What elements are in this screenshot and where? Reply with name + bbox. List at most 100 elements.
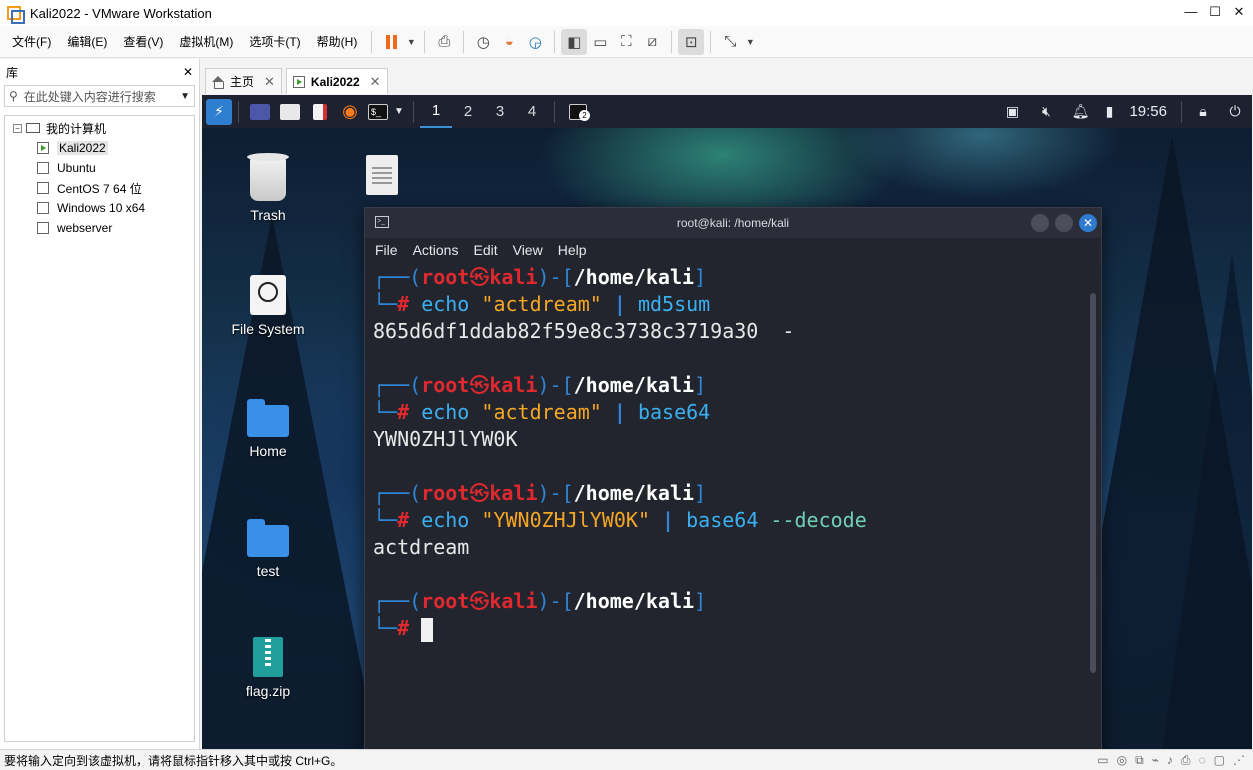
hard-disk-icon[interactable]: ▭ [1097, 753, 1108, 768]
tree-root-my-computer[interactable]: − 我的计算机 [5, 118, 194, 138]
command-line-active[interactable]: └─# [373, 615, 1093, 642]
vm-icon [37, 182, 49, 194]
menu-view[interactable]: 查看(V) [115, 33, 171, 50]
desktop-icon-trash[interactable]: Trash [218, 153, 318, 223]
tree-item-label: webserver [57, 221, 113, 235]
launcher-dropdown-icon[interactable]: ▼ [391, 95, 407, 128]
status-bar: 要将输入定向到该虚拟机，请将鼠标指针移入其中或按 Ctrl+G。 ▭ ◎ ⧉ ⌁… [0, 749, 1253, 770]
terminal-output[interactable]: ┌──(root㉿kali)-[/home/kali] └─# echo "act… [365, 262, 1101, 644]
tree-item-webserver[interactable]: webserver [5, 218, 194, 238]
display-icon[interactable]: ◌ [1199, 753, 1206, 768]
menu-file[interactable]: 文件(F) [4, 33, 59, 50]
menu-tabs[interactable]: 选项卡(T) [241, 33, 308, 50]
panel-separator [1181, 100, 1182, 123]
window-count-badge: 2 [579, 110, 590, 121]
cd-drive-icon[interactable]: ◎ [1117, 753, 1127, 768]
send-ctrl-alt-del-icon[interactable]: ⎙ [431, 29, 457, 55]
resize-grip-icon[interactable]: ⋰ [1233, 753, 1245, 768]
console-view-icon[interactable]: ⊡ [678, 28, 705, 55]
panel-clock[interactable]: 19:56 [1129, 103, 1167, 120]
usb-icon[interactable]: ⌁ [1152, 753, 1159, 768]
terminal-menu-actions[interactable]: Actions [413, 242, 459, 258]
taskbar-terminal-icon[interactable]: 2 [561, 95, 595, 128]
prompt-line: ┌──(root㉿kali)-[/home/kali] [373, 373, 707, 397]
show-desktop-icon[interactable] [245, 95, 275, 128]
workspace-1[interactable]: 1 [420, 95, 452, 128]
snapshot-manager-icon[interactable]: ◶ [522, 29, 548, 55]
vm-screen[interactable]: ⚡ ◉ $_ ▼ 1 2 3 4 2 ▣ 🔇︎ 🔔︎ ▮ 19:56 🔒︎ ⏻ … [202, 95, 1252, 749]
terminal-maximize-button[interactable] [1055, 214, 1073, 232]
menu-vm[interactable]: 虚拟机(M) [171, 33, 241, 50]
library-close-button[interactable]: ✕ [183, 65, 193, 79]
tree-item-label: Kali2022 [57, 141, 108, 155]
terminal-menu-edit[interactable]: Edit [473, 242, 497, 258]
terminal-close-button[interactable]: ✕ [1079, 214, 1097, 232]
desktop-icon-flag-zip[interactable]: flag.zip [218, 637, 318, 699]
battery-icon[interactable]: ▮ [1097, 95, 1121, 128]
terminal-launcher-icon[interactable]: $_ [365, 95, 391, 128]
printer-icon[interactable]: ⎙ [1181, 753, 1191, 768]
thumbnail-bar-icon[interactable]: ▭ [587, 29, 613, 55]
tab-kali2022[interactable]: Kali2022 ✕ [285, 68, 388, 94]
tree-item-ubuntu[interactable]: Ubuntu [5, 158, 194, 178]
vm-running-icon [37, 142, 49, 154]
terminal-menu-file[interactable]: File [375, 242, 398, 258]
drive-icon [250, 275, 286, 315]
power-dropdown-icon[interactable]: ▼ [404, 29, 418, 55]
command-output: 865d6df1ddab82f59e8c3738c3719a30 - [373, 319, 795, 343]
kali-skull-icon: ㉿ [469, 589, 490, 613]
stretch-icon[interactable]: ⤡ [717, 29, 743, 55]
terminal-menubar: File Actions Edit View Help [365, 238, 1101, 262]
power-menu-icon[interactable]: ⏻ [1218, 95, 1252, 128]
file-manager-icon[interactable] [275, 95, 305, 128]
terminal-minimize-button[interactable] [1031, 214, 1049, 232]
workspace-2[interactable]: 2 [452, 95, 484, 128]
library-search-input[interactable]: ⚲ 在此处键入内容进行搜索 ▼ [4, 85, 195, 107]
network-adapter-icon[interactable]: ⧉ [1135, 753, 1144, 768]
unity-icon[interactable]: ⧄ [639, 29, 665, 55]
menu-help[interactable]: 帮助(H) [309, 33, 366, 50]
menu-edit[interactable]: 编辑(E) [59, 33, 115, 50]
kali-menu-icon[interactable]: ⚡ [206, 98, 232, 125]
text-cursor [421, 617, 434, 642]
terminal-window[interactable]: >_ root@kali: /home/kali ✕ File Actions … [364, 207, 1102, 749]
fullscreen-icon[interactable]: ⛶ [613, 29, 639, 55]
desktop-icon-test[interactable]: test [218, 519, 318, 579]
sound-icon[interactable]: ♪ [1167, 753, 1173, 768]
terminal-scrollbar[interactable] [1090, 293, 1096, 673]
close-button[interactable]: ✕ [1225, 0, 1253, 26]
workspace-3[interactable]: 3 [484, 95, 516, 128]
desktop-icon-label: test [256, 563, 280, 579]
tab-close-icon[interactable]: ✕ [370, 74, 381, 90]
window-titlebar: Kali2022 - VMware Workstation — ☐ ✕ [0, 0, 1253, 26]
desktop-icon-filesystem[interactable]: File System [218, 275, 318, 337]
revert-snapshot-icon[interactable]: ◒ [496, 29, 522, 55]
message-log-icon[interactable]: ▢ [1214, 753, 1225, 768]
tab-close-icon[interactable]: ✕ [264, 74, 275, 90]
notification-bell-icon[interactable]: 🔔︎ [1063, 95, 1097, 128]
workspace-4[interactable]: 4 [516, 95, 548, 128]
search-icon: ⚲ [9, 89, 18, 103]
search-dropdown-icon[interactable]: ▼ [180, 91, 190, 102]
tree-item-kali2022[interactable]: Kali2022 [5, 138, 194, 158]
text-editor-icon[interactable] [305, 95, 335, 128]
network-icon[interactable]: ▣ [995, 95, 1029, 128]
tab-home[interactable]: 主页 ✕ [205, 68, 282, 94]
tree-item-windows10[interactable]: Windows 10 x64 [5, 198, 194, 218]
terminal-menu-view[interactable]: View [513, 242, 543, 258]
terminal-menu-help[interactable]: Help [558, 242, 587, 258]
document-icon[interactable] [366, 155, 398, 195]
firefox-icon[interactable]: ◉ [335, 95, 365, 128]
snapshot-icon[interactable]: ◷ [470, 29, 496, 55]
mute-icon[interactable]: 🔇︎ [1029, 95, 1063, 128]
pause-button[interactable] [378, 29, 404, 55]
terminal-titlebar[interactable]: >_ root@kali: /home/kali ✕ [365, 208, 1101, 238]
command-line: └─# echo "YWN0ZHJlYW0K" | base64 --decod… [373, 508, 867, 532]
tree-item-centos[interactable]: CentOS 7 64 位 [5, 178, 194, 198]
lock-screen-icon[interactable]: 🔒︎ [1188, 95, 1218, 128]
collapse-icon[interactable]: − [13, 123, 22, 133]
desktop-icon-home[interactable]: Home [218, 399, 318, 459]
stretch-dropdown-icon[interactable]: ▼ [743, 29, 757, 55]
trash-icon [247, 153, 289, 201]
sidebar-toggle-icon[interactable]: ◧ [561, 28, 588, 55]
